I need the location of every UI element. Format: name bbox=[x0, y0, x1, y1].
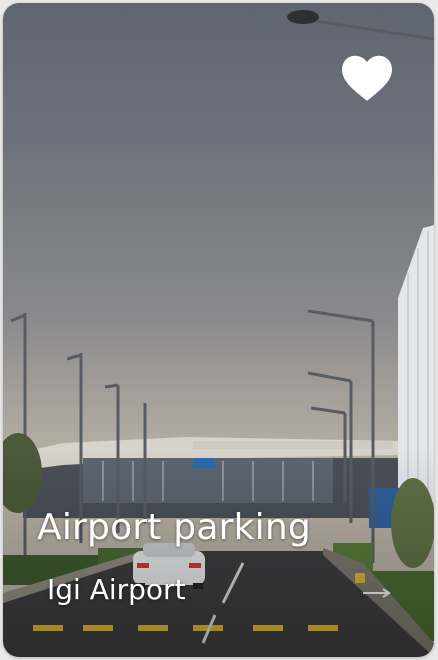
lamp-head bbox=[287, 10, 319, 24]
heart-icon[interactable] bbox=[339, 53, 395, 103]
text-shade bbox=[3, 447, 434, 657]
parking-card[interactable]: Airport parking Igi Airport bbox=[3, 3, 434, 657]
card-subtitle: Igi Airport bbox=[47, 573, 186, 606]
card-title: Airport parking bbox=[37, 507, 311, 548]
